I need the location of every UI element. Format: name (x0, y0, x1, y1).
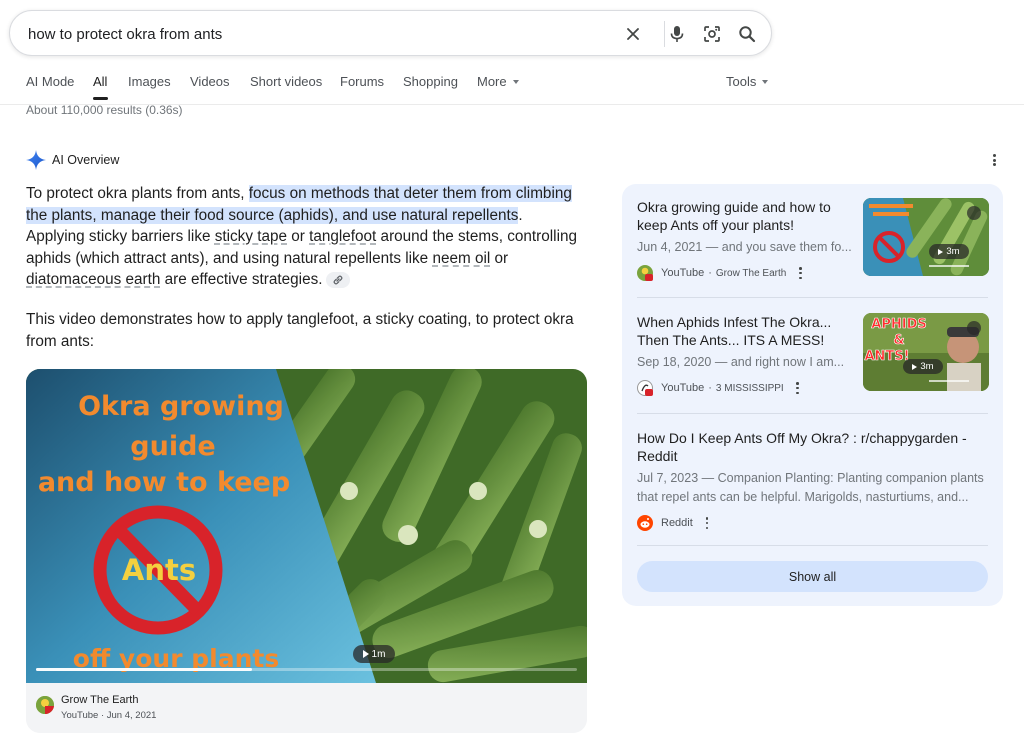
youtube-channel-icon (637, 380, 653, 396)
source-link-chip[interactable] (326, 272, 351, 288)
source-more-icon[interactable] (794, 382, 802, 394)
source-duration: 3m (903, 359, 943, 374)
play-icon (362, 650, 369, 658)
sources-panel: Okra growing guide and how to keep Ants … (622, 184, 1003, 606)
show-all-button[interactable]: Show all (637, 561, 988, 592)
panel-divider (637, 545, 988, 546)
meta-separator: · (708, 267, 712, 279)
tab-images[interactable]: Images (128, 74, 171, 89)
thumb-text-line: and how to keep (38, 467, 290, 498)
tab-more-label: More (477, 74, 507, 89)
tab-videos[interactable]: Videos (190, 74, 230, 89)
close-icon[interactable] (622, 23, 644, 45)
source-video-thumbnail[interactable]: APHIDS & ANTS! 3m (863, 313, 989, 391)
ai-text-segment: or (490, 249, 509, 267)
thumb-progress (929, 380, 969, 382)
video-duration-label: 1m (371, 648, 386, 660)
source-duration-label: 3m (946, 246, 960, 257)
reddit-icon (637, 515, 653, 531)
thumb-text-line: ANTS! (864, 349, 909, 364)
ai-overview-label: AI Overview (52, 153, 120, 167)
youtube-channel-icon (637, 265, 653, 281)
caret-down-icon (512, 80, 519, 84)
term-tanglefoot[interactable]: tanglefoot (309, 228, 376, 245)
source-more-icon[interactable] (796, 267, 804, 279)
camera-lens-icon[interactable] (701, 23, 723, 45)
thumb-text-line: Okra growing (78, 391, 284, 422)
source-title[interactable]: Okra growing guide and how to keep Ants … (637, 198, 852, 234)
source-snippet: Jun 4, 2021 — and you save them fo... (637, 240, 852, 254)
thumb-text-line: APHIDS (871, 317, 926, 332)
thumb-channel-icon (967, 321, 981, 335)
caret-down-icon (762, 80, 769, 84)
video-source-footer[interactable]: Grow The Earth YouTube · Jun 4, 2021 (26, 683, 587, 733)
ai-text-segment: To protect okra plants from ants, (26, 185, 249, 202)
play-icon (938, 248, 944, 255)
play-icon (912, 363, 918, 370)
more-options-icon[interactable] (987, 152, 1001, 168)
source-site: YouTube (661, 267, 705, 279)
video-card[interactable]: Okra growing guide and how to keep Ants … (26, 369, 587, 733)
meta-separator: · (708, 382, 712, 394)
link-icon (333, 275, 343, 285)
result-stats: About 110,000 results (0.36s) (26, 103, 183, 117)
video-meta: YouTube · Jun 4, 2021 (61, 710, 157, 721)
panel-divider (637, 297, 988, 298)
gemini-sparkle-icon (26, 150, 46, 170)
video-duration: 1m (353, 645, 395, 663)
panel-divider (637, 413, 988, 414)
tab-more[interactable]: More (477, 74, 519, 89)
active-tab-indicator (93, 97, 108, 100)
search-icon[interactable] (736, 23, 758, 45)
source-title[interactable]: When Aphids Infest The Okra... Then The … (637, 313, 852, 349)
source-site: Reddit (661, 517, 693, 529)
tab-all[interactable]: All (93, 74, 107, 89)
ai-overview-header: AI Overview (26, 150, 119, 170)
channel-avatar (36, 696, 54, 714)
tab-short-videos[interactable]: Short videos (250, 74, 322, 89)
term-sticky-tape[interactable]: sticky tape (215, 228, 287, 245)
term-diatomaceous-earth[interactable]: diatomaceous earth (26, 271, 160, 288)
channel-name: Grow The Earth (61, 694, 139, 706)
thumb-text-line: Ants (122, 553, 196, 587)
search-box[interactable] (9, 10, 772, 56)
source-card[interactable]: How Do I Keep Ants Off My Okra? : r/chap… (637, 429, 988, 531)
tab-ai-mode[interactable]: AI Mode (26, 74, 74, 89)
tab-shopping[interactable]: Shopping (403, 74, 458, 89)
thumb-channel-icon (967, 206, 981, 220)
source-author: Grow The Earth (715, 267, 787, 279)
term-neem-oil[interactable]: neem oil (432, 250, 490, 267)
source-snippet: Sep 18, 2020 — and right now I am... (637, 355, 845, 369)
source-site: YouTube (661, 382, 705, 394)
video-progress-track[interactable] (36, 668, 577, 671)
source-duration-label: 3m (920, 361, 934, 372)
source-author: 3 MISSISSIPPI (715, 382, 784, 394)
mic-icon[interactable] (666, 23, 688, 45)
source-snippet: Jul 7, 2023 — Companion Planting: Planti… (637, 471, 984, 504)
source-more-icon[interactable] (703, 517, 711, 529)
ai-text-segment: or (287, 228, 310, 245)
ai-text-segment: are effective strategies. (160, 271, 323, 288)
source-meta: Reddit (637, 515, 988, 531)
video-thumbnail[interactable]: Okra growing guide and how to keep Ants … (26, 369, 587, 683)
tab-forums[interactable]: Forums (340, 74, 384, 89)
thumb-text-line: guide (130, 431, 215, 462)
video-progress-fill (36, 668, 252, 671)
tools-button[interactable]: Tools (726, 74, 769, 89)
search-input[interactable] (28, 23, 588, 45)
tools-label: Tools (726, 74, 757, 89)
video-intro-text: This video demonstrates how to apply tan… (26, 311, 574, 350)
video-thumbnail-image: Okra growing guide and how to keep Ants … (26, 369, 587, 683)
source-duration: 3m (929, 244, 969, 259)
source-title[interactable]: How Do I Keep Ants Off My Okra? : r/chap… (637, 429, 982, 465)
ai-overview-text: To protect okra plants from ants, focus … (26, 183, 582, 291)
source-video-thumbnail[interactable]: 3m (863, 198, 989, 276)
thumb-text-line: & (893, 333, 904, 348)
thumb-progress (929, 265, 969, 267)
search-divider (664, 21, 665, 47)
